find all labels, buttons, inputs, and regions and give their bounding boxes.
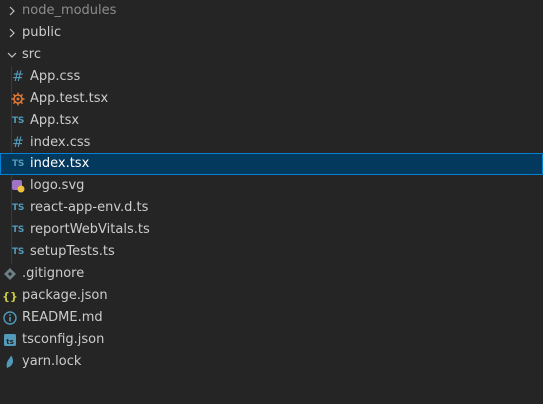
tree-item-label: public	[22, 25, 62, 40]
tree-item-label: setupTests.ts	[30, 244, 115, 259]
typescript-icon: TS	[11, 116, 25, 126]
css-hash-icon: #	[12, 135, 24, 151]
tree-item-label: react-app-env.d.ts	[30, 200, 149, 215]
tree-item-label: App.test.tsx	[30, 91, 109, 106]
tree-item-public[interactable]: public	[0, 22, 543, 44]
tree-item-setup-tests[interactable]: TS setupTests.ts	[0, 241, 543, 263]
tree-item-label: index.css	[30, 135, 91, 150]
git-diamond-icon	[2, 266, 18, 282]
tree-item-label: tsconfig.json	[22, 332, 105, 347]
json-braces-icon: {}	[2, 289, 18, 303]
yarn-icon	[2, 354, 18, 370]
tree-item-label: index.tsx	[30, 156, 90, 171]
tree-item-label: package.json	[22, 288, 108, 303]
tree-item-src[interactable]: src	[0, 44, 543, 66]
typescript-icon: TS	[11, 203, 25, 213]
tree-item-app-test-tsx[interactable]: App.test.tsx	[0, 88, 543, 110]
tree-item-yarn-lock[interactable]: yarn.lock	[0, 351, 543, 373]
chevron-right-icon[interactable]	[4, 25, 20, 41]
file-explorer-tree: node_modules public src # App.css App.te…	[0, 0, 543, 404]
chevron-down-icon[interactable]	[4, 47, 20, 63]
tree-item-label: logo.svg	[30, 178, 85, 193]
typescript-icon: TS	[11, 159, 25, 169]
tree-item-tsconfig[interactable]: ts tsconfig.json	[0, 329, 543, 351]
tree-item-label: App.css	[30, 69, 81, 84]
tree-item-logo-svg[interactable]: logo.svg	[0, 175, 543, 197]
tree-item-index-tsx[interactable]: TS index.tsx	[0, 153, 543, 175]
tree-item-label: README.md	[22, 310, 103, 325]
chevron-right-icon[interactable]	[4, 3, 20, 19]
typescript-icon: TS	[11, 247, 25, 257]
tree-item-react-app-env[interactable]: TS react-app-env.d.ts	[0, 197, 543, 219]
tree-item-gitignore[interactable]: .gitignore	[0, 263, 543, 285]
tree-item-label: yarn.lock	[22, 354, 82, 369]
tree-item-label: node_modules	[22, 3, 117, 18]
svg-image-icon	[10, 178, 26, 194]
tree-item-readme[interactable]: README.md	[0, 307, 543, 329]
tree-item-index-css[interactable]: # index.css	[0, 132, 543, 154]
tree-item-label: reportWebVitals.ts	[30, 222, 150, 237]
tree-item-app-css[interactable]: # App.css	[0, 66, 543, 88]
tree-item-node-modules[interactable]: node_modules	[0, 0, 543, 22]
tree-item-package-json[interactable]: {} package.json	[0, 285, 543, 307]
info-circle-icon	[2, 310, 18, 326]
tsconfig-icon: ts	[2, 332, 18, 348]
svg-text:ts: ts	[6, 338, 14, 346]
tree-item-label: App.tsx	[30, 113, 80, 128]
tree-item-label: src	[22, 47, 41, 62]
tree-item-app-tsx[interactable]: TS App.tsx	[0, 110, 543, 132]
css-hash-icon: #	[12, 69, 24, 85]
test-gear-icon	[10, 91, 26, 107]
typescript-icon: TS	[11, 225, 25, 235]
tree-item-report-web-vitals[interactable]: TS reportWebVitals.ts	[0, 219, 543, 241]
tree-item-label: .gitignore	[22, 266, 85, 281]
